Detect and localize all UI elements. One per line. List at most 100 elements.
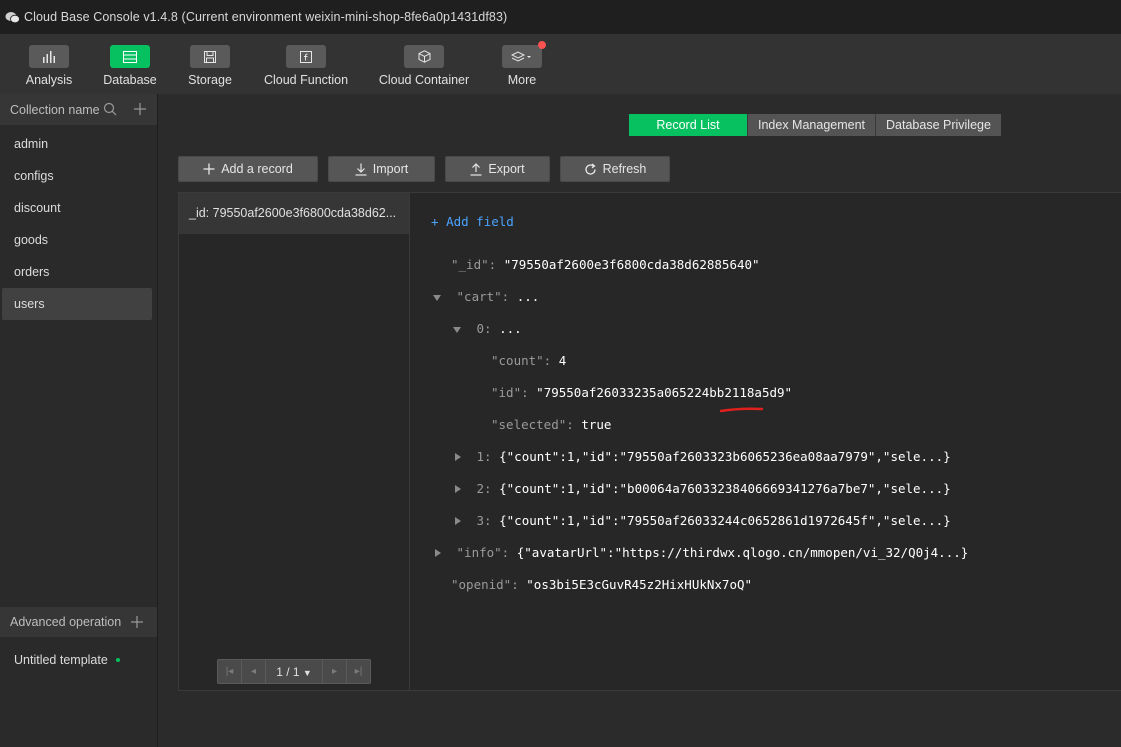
field-key: "id":	[491, 385, 529, 400]
storage-icon	[190, 45, 230, 68]
collapse-icon[interactable]	[453, 327, 461, 333]
add-template-icon[interactable]	[130, 615, 144, 632]
upload-icon	[470, 162, 482, 176]
page-select[interactable]: 1 / 1 ▼	[266, 665, 322, 679]
export-button[interactable]: Export	[445, 156, 550, 182]
chevron-down-icon: ▼	[302, 667, 312, 678]
plus-icon	[203, 163, 215, 175]
field-key: "_id":	[451, 257, 497, 272]
field-cart[interactable]: "cart": ...	[433, 288, 539, 306]
cart-item-2[interactable]: 2: {"count":1,"id":"b00064a7603323840666…	[455, 480, 951, 498]
expand-icon[interactable]	[455, 517, 461, 525]
last-page-icon[interactable]: ▸|	[346, 660, 370, 683]
pagination: |◂ ◂ 1 / 1 ▼ ▸ ▸|	[217, 659, 371, 684]
field-key: 0:	[476, 321, 492, 336]
page-indicator: 1 / 1	[276, 664, 300, 679]
field-value: "79550af26033235a065224bb2118a5d9"	[536, 385, 793, 400]
collection-sidebar: Collection name admin configs discount g…	[0, 94, 158, 747]
field-value: {"count":1,"id":"79550af2603323b6065236e…	[499, 449, 951, 464]
template-label: Untitled template	[14, 653, 108, 667]
toolbar-more[interactable]: More	[501, 34, 546, 94]
field-item-id[interactable]: "id": "79550af26033235a065224bb2118a5d9"	[491, 384, 792, 402]
field-info[interactable]: "info": {"avatarUrl":"https://thirdwx.ql…	[435, 544, 968, 562]
toolbar-database[interactable]: Database	[103, 34, 157, 94]
toolbar-storage[interactable]: Storage	[188, 34, 232, 94]
tab-database-privilege[interactable]: Database Privilege	[875, 114, 1001, 136]
view-tabs: Record List Index Management Database Pr…	[629, 114, 1001, 136]
bar-chart-icon	[29, 45, 69, 68]
field-key: 1:	[476, 449, 492, 464]
container-icon	[404, 45, 444, 68]
field-value: ...	[499, 321, 522, 336]
export-label: Export	[488, 162, 525, 176]
collection-item-orders[interactable]: orders	[0, 256, 152, 288]
toolbar-cloud-container-label: Cloud Container	[378, 73, 470, 87]
cart-item-0[interactable]: 0: ...	[453, 320, 522, 338]
collection-item-configs[interactable]: configs	[0, 160, 152, 192]
template-item[interactable]: Untitled template	[14, 653, 120, 667]
collection-header-label: Collection name	[10, 102, 100, 117]
record-item[interactable]: _id: 79550af2600e3f6800cda38d62...	[179, 193, 409, 234]
main-toolbar: Analysis Database Storage Cloud Function…	[0, 34, 1121, 94]
field-key: 2:	[476, 481, 492, 496]
collection-item-admin[interactable]: admin	[0, 128, 152, 160]
field-value: 4	[558, 353, 567, 368]
add-record-label: Add a record	[221, 162, 293, 176]
add-field-button[interactable]: + Add field	[431, 213, 514, 231]
next-page-icon[interactable]: ▸	[322, 660, 346, 683]
toolbar-cloud-function-label: Cloud Function	[263, 73, 349, 87]
toolbar-cloud-container[interactable]: Cloud Container	[378, 34, 470, 94]
record-list: _id: 79550af2600e3f6800cda38d62... |◂ ◂ …	[179, 193, 410, 690]
cart-item-1[interactable]: 1: {"count":1,"id":"79550af2603323b60652…	[455, 448, 951, 466]
tab-index-management[interactable]: Index Management	[747, 114, 876, 136]
expand-icon[interactable]	[455, 453, 461, 461]
search-icon[interactable]	[103, 102, 117, 119]
field-value: ...	[516, 289, 540, 304]
field-value: {"count":1,"id":"b00064a7603323840666934…	[499, 481, 951, 496]
add-record-button[interactable]: Add a record	[178, 156, 318, 182]
field-key: "openid":	[451, 577, 519, 592]
toolbar-cloud-function[interactable]: Cloud Function	[264, 34, 348, 94]
collection-item-discount[interactable]: discount	[0, 192, 152, 224]
expand-icon[interactable]	[435, 549, 441, 557]
toolbar-storage-label: Storage	[188, 73, 232, 87]
import-label: Import	[372, 162, 409, 176]
tab-record-list[interactable]: Record List	[629, 114, 747, 136]
collection-list: admin configs discount goods orders user…	[0, 128, 157, 320]
add-collection-icon[interactable]	[133, 102, 147, 119]
toolbar-database-label: Database	[103, 73, 157, 87]
title-bar: Cloud Base Console v1.4.8 (Current envir…	[0, 0, 1121, 34]
collection-item-goods[interactable]: goods	[0, 224, 152, 256]
toolbar-analysis[interactable]: Analysis	[26, 34, 72, 94]
field-key: 3:	[476, 513, 492, 528]
cart-item-3[interactable]: 3: {"count":1,"id":"79550af26033244c0652…	[455, 512, 951, 530]
field-count[interactable]: "count": 4	[491, 352, 566, 370]
prev-page-icon[interactable]: ◂	[242, 660, 266, 683]
function-icon	[286, 45, 326, 68]
window-title: Cloud Base Console v1.4.8 (Current envir…	[24, 10, 508, 24]
collection-item-users[interactable]: users	[2, 288, 152, 320]
field-key: "selected":	[491, 417, 574, 432]
field-id[interactable]: "_id": "79550af2600e3f6800cda38d62885640…	[451, 256, 760, 274]
expand-icon[interactable]	[455, 485, 461, 493]
field-selected[interactable]: "selected": true	[491, 416, 611, 434]
first-page-icon[interactable]: |◂	[218, 660, 242, 683]
plus-icon: +	[431, 214, 439, 229]
refresh-label: Refresh	[602, 162, 647, 176]
refresh-icon	[584, 162, 596, 175]
field-openid[interactable]: "openid": "os3bi5E3cGuvR45z2HixHUkNx7oQ"	[451, 576, 752, 594]
field-key: "count":	[491, 353, 552, 368]
database-icon	[110, 45, 150, 68]
field-key: "info":	[456, 545, 510, 560]
field-value: true	[581, 417, 612, 432]
layers-icon	[502, 41, 546, 68]
collection-header: Collection name	[0, 94, 157, 125]
notification-dot	[538, 41, 546, 49]
field-value: {"avatarUrl":"https://thirdwx.qlogo.cn/m…	[516, 545, 969, 560]
wechat-icon	[4, 10, 20, 24]
import-button[interactable]: Import	[328, 156, 435, 182]
collapse-icon[interactable]	[433, 295, 441, 301]
field-key: "cart":	[456, 289, 510, 304]
field-value: "79550af2600e3f6800cda38d62885640"	[503, 257, 760, 272]
refresh-button[interactable]: Refresh	[560, 156, 670, 182]
